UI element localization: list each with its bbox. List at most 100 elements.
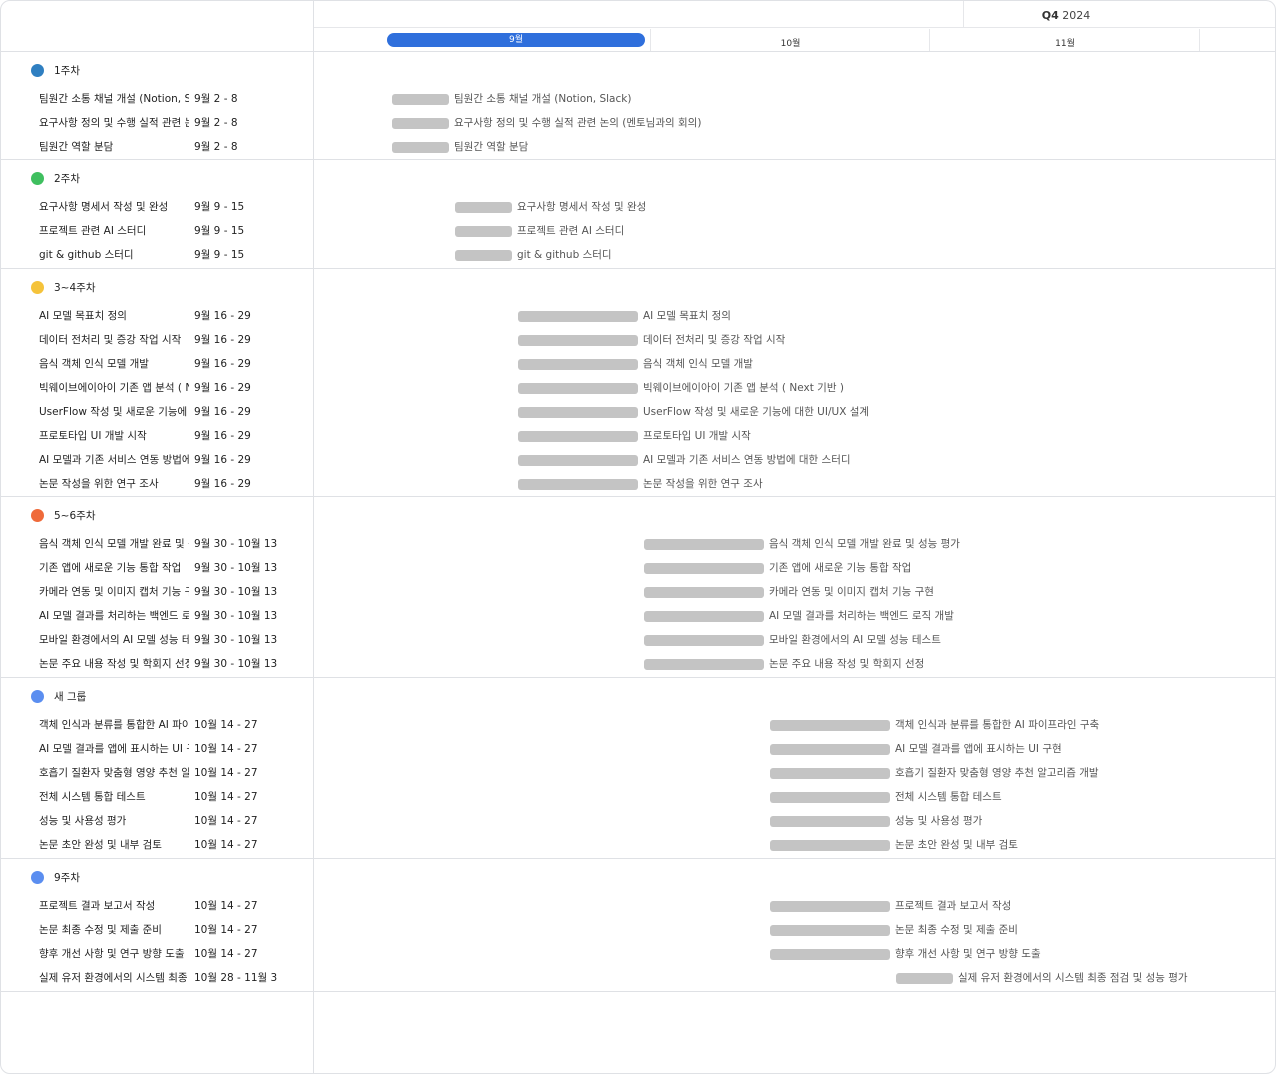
task-name[interactable]: 기존 앱에 새로운 기능 통합 작업 (39, 562, 189, 575)
task-date-range: 9월 2 - 8 (194, 117, 238, 129)
group-title: 3~4주차 (54, 281, 96, 294)
task-name[interactable]: git & github 스터디 (39, 249, 189, 262)
task-name[interactable]: 음식 객체 인식 모델 개발 완료 및 성능 평가 (39, 538, 189, 551)
task-bar-label: git & github 스터디 (517, 249, 612, 261)
task-bar[interactable] (644, 563, 764, 574)
task-bar[interactable] (392, 118, 449, 129)
task-name[interactable]: 실제 유저 환경에서의 시스템 최종 점검 및 성능 평가 (39, 972, 189, 985)
task-bar[interactable] (770, 792, 890, 803)
task-name[interactable]: 요구사항 명세서 작성 및 완성 (39, 201, 189, 214)
task-bar-label: 논문 초안 완성 및 내부 검토 (895, 839, 1018, 851)
group-header[interactable]: 2주차 (31, 171, 80, 185)
task-bar[interactable] (644, 659, 764, 670)
quarter-year: 2024 (1062, 9, 1091, 22)
task-date-range: 10월 14 - 27 (194, 924, 258, 936)
task-date-range: 9월 30 - 10월 13 (194, 538, 278, 550)
task-date-range: 9월 16 - 29 (194, 454, 251, 466)
task-name[interactable]: 프로토타입 UI 개발 시작 (39, 430, 189, 443)
quarter-label: Q4 2024 (1001, 9, 1131, 22)
task-bar-label: 호흡기 질환자 맞춤형 영양 추천 알고리즘 개발 (895, 767, 1099, 779)
task-bar-label: 카메라 연동 및 이미지 캡처 기능 구현 (769, 586, 934, 598)
task-name[interactable]: 음식 객체 인식 모델 개발 (39, 358, 189, 371)
group-color-dot-icon (31, 63, 44, 77)
task-bar-label: 모바일 환경에서의 AI 모델 성능 테스트 (769, 634, 941, 646)
task-bar[interactable] (896, 973, 953, 984)
task-name[interactable]: 프로젝트 관련 AI 스터디 (39, 225, 189, 238)
task-bar[interactable] (644, 587, 764, 598)
task-bar[interactable] (770, 949, 890, 960)
task-date-range: 9월 16 - 29 (194, 406, 251, 418)
task-date-range: 10월 14 - 27 (194, 719, 258, 731)
task-bar[interactable] (518, 407, 638, 418)
task-bar[interactable] (644, 611, 764, 622)
quarter-row (314, 1, 1275, 28)
task-name[interactable]: AI 모델 결과를 앱에 표시하는 UI 구현 (39, 743, 189, 756)
task-name[interactable]: 데이터 전처리 및 증강 작업 시작 (39, 334, 189, 347)
task-name[interactable]: AI 모델과 기존 서비스 연동 방법에 대한 스터디 (39, 454, 189, 467)
group-header[interactable]: 새 그룹 (31, 689, 86, 703)
task-bar-label: 요구사항 명세서 작성 및 완성 (517, 201, 647, 213)
group-header[interactable]: 5~6주차 (31, 508, 95, 522)
task-name[interactable]: 모바일 환경에서의 AI 모델 성능 테스트 (39, 634, 189, 647)
task-bar[interactable] (644, 635, 764, 646)
task-bar[interactable] (392, 94, 449, 105)
task-name[interactable]: 팀원간 역할 분담 (39, 141, 189, 154)
gantt-timeline: Q4 2024 9월 10월 11월 1주차팀원간 소통 채널 개설 (Noti… (0, 0, 1276, 1074)
task-bar[interactable] (518, 383, 638, 394)
task-bar[interactable] (455, 202, 512, 213)
task-name[interactable]: 빅웨이브에이아이 기존 앱 분석 ( Next 기반 ) (39, 382, 189, 395)
group-title: 2주차 (54, 172, 81, 185)
task-bar[interactable] (770, 768, 890, 779)
task-bar[interactable] (770, 720, 890, 731)
task-bar-label: 논문 작성을 위한 연구 조사 (643, 478, 763, 490)
task-name[interactable]: 논문 초안 완성 및 내부 검토 (39, 839, 189, 852)
task-bar-label: 음식 객체 인식 모델 개발 완료 및 성능 평가 (769, 538, 960, 550)
task-bar-label: UserFlow 작성 및 새로운 기능에 대한 UI/UX 설계 (643, 406, 870, 418)
task-bar[interactable] (518, 431, 638, 442)
task-date-range: 10월 14 - 27 (194, 900, 258, 912)
task-name[interactable]: 카메라 연동 및 이미지 캡처 기능 구현 (39, 586, 189, 599)
task-bar[interactable] (455, 226, 512, 237)
task-bar-label: 팀원간 역할 분담 (454, 141, 529, 153)
task-name[interactable]: 팀원간 소통 채널 개설 (Notion, Slack) (39, 93, 189, 106)
task-bar[interactable] (770, 744, 890, 755)
task-bar[interactable] (518, 335, 638, 346)
task-bar[interactable] (770, 816, 890, 827)
task-bar[interactable] (392, 142, 449, 153)
task-name[interactable]: UserFlow 작성 및 새로운 기능에 대한 UI/UX 설계 (39, 406, 189, 419)
task-name[interactable]: 논문 작성을 위한 연구 조사 (39, 478, 189, 491)
task-bar[interactable] (644, 539, 764, 550)
task-bar[interactable] (770, 840, 890, 851)
task-name[interactable]: AI 모델 목표치 정의 (39, 310, 189, 323)
task-name[interactable]: 객체 인식과 분류를 통합한 AI 파이프라인 구축 (39, 719, 189, 732)
task-bar[interactable] (518, 359, 638, 370)
task-name[interactable]: 논문 최종 수정 및 제출 준비 (39, 924, 189, 937)
month-sep-highlight[interactable]: 9월 (387, 33, 645, 47)
timeline-header: Q4 2024 9월 10월 11월 (1, 1, 1275, 52)
task-name[interactable]: 호흡기 질환자 맞춤형 영양 추천 알고리즘 개발 (39, 767, 189, 780)
group-header[interactable]: 1주차 (31, 63, 80, 77)
task-name[interactable]: 프로젝트 결과 보고서 작성 (39, 900, 189, 913)
task-bar[interactable] (518, 311, 638, 322)
task-date-range: 10월 14 - 27 (194, 743, 258, 755)
task-bar[interactable] (518, 479, 638, 490)
task-bar-label: 음식 객체 인식 모델 개발 (643, 358, 753, 370)
task-bar[interactable] (770, 925, 890, 936)
group-header[interactable]: 9주차 (31, 870, 80, 884)
group-header[interactable]: 3~4주차 (31, 280, 95, 294)
task-bar[interactable] (518, 455, 638, 466)
month-label-oct[interactable]: 10월 (651, 36, 930, 49)
task-date-range: 9월 30 - 10월 13 (194, 658, 278, 670)
task-group: 3~4주차 AI 모델 목표치 정의 9월 16 - 29 AI 모델 목표치 정의 데… (1, 269, 1275, 497)
task-name[interactable]: 향후 개선 사항 및 연구 방향 도출 (39, 948, 189, 961)
task-date-range: 9월 30 - 10월 13 (194, 634, 278, 646)
task-name[interactable]: 논문 주요 내용 작성 및 학회지 선정 (39, 658, 189, 671)
task-name[interactable]: 성능 및 사용성 평가 (39, 815, 189, 828)
task-name[interactable]: 요구사항 정의 및 수행 실적 관련 논의 (멘토님과의 회의) (39, 117, 189, 130)
task-bar[interactable] (770, 901, 890, 912)
month-label-nov[interactable]: 11월 (930, 36, 1200, 49)
task-name[interactable]: 전체 시스템 통합 테스트 (39, 791, 189, 804)
task-bar-label: 빅웨이브에이아이 기존 앱 분석 ( Next 기반 ) (643, 382, 844, 394)
task-name[interactable]: AI 모델 결과를 처리하는 백엔드 로직 개발 (39, 610, 189, 623)
task-bar[interactable] (455, 250, 512, 261)
